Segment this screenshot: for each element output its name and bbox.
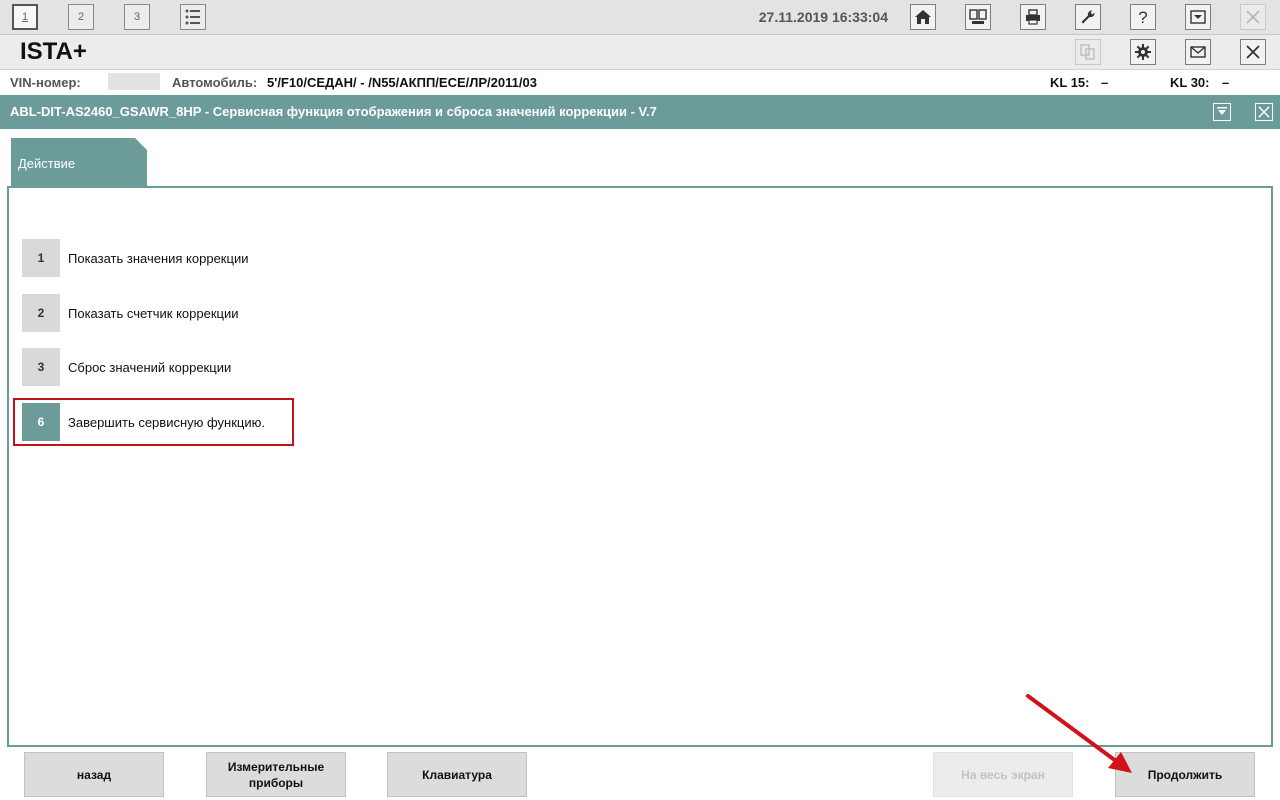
option-label: Показать значения коррекции (68, 251, 249, 266)
keyboard-button[interactable]: Клавиатура (387, 752, 527, 797)
close-icon (1258, 106, 1270, 118)
workspace-3-button[interactable]: 3 (124, 4, 150, 30)
kl15-value: – (1101, 75, 1109, 90)
option-number: 3 (22, 348, 60, 386)
workspace-1-button[interactable]: 1 (12, 4, 38, 30)
tab-action-label: Действие (18, 156, 76, 171)
car-label: Автомобиль: (172, 75, 258, 90)
instruments-button[interactable]: Измерительные приборы (206, 752, 346, 797)
back-button[interactable]: назад (24, 752, 164, 797)
app-titlebar: ISTA+ (0, 35, 1280, 70)
service-function-header: ABL-DIT-AS2460_GSAWR_8HP - Сервисная фун… (0, 95, 1280, 129)
red-arrow-annotation (1026, 694, 1132, 773)
help-button[interactable]: ? (1130, 4, 1156, 30)
tab-action[interactable]: Действие (11, 138, 147, 187)
vehicle-info-icon (969, 9, 987, 24)
close-icon (1246, 45, 1260, 59)
copy-icon (1080, 44, 1095, 60)
function-close-button[interactable] (1255, 103, 1273, 121)
close-icon (1246, 10, 1260, 24)
option-label: Показать счетчик коррекции (68, 306, 239, 321)
wrench-icon (1081, 10, 1095, 24)
function-minimize-button[interactable] (1213, 103, 1231, 121)
kl15-label: KL 15: (1050, 75, 1090, 90)
list-icon (185, 9, 200, 25)
printer-icon (1026, 9, 1040, 25)
continue-button-label: Продолжить (1147, 767, 1223, 782)
mail-button[interactable] (1185, 39, 1211, 65)
home-icon (915, 10, 931, 24)
instruments-button-label: Измерительные приборы (227, 759, 325, 790)
service-button[interactable] (1075, 4, 1101, 30)
settings-button[interactable] (1130, 39, 1156, 65)
keyboard-button-label: Клавиатура (422, 767, 492, 782)
option-label: Сброс значений коррекции (68, 360, 232, 375)
car-value: 5'/F10/СЕДАН/ - /N55/АКПП/ЕСЕ/ЛР/2011/03 (267, 75, 537, 90)
app-title: ISTA+ (20, 38, 87, 65)
svg-text:?: ? (1138, 8, 1147, 26)
print-button[interactable] (1020, 4, 1046, 30)
app-close-button[interactable] (1240, 39, 1266, 65)
red-highlight-box (13, 398, 294, 446)
workspace-2-label: 2 (77, 11, 85, 23)
minimize-button[interactable] (1185, 4, 1211, 30)
top-close-button[interactable] (1240, 4, 1266, 30)
kl30-label: KL 30: (1170, 75, 1210, 90)
back-button-label: назад (76, 767, 112, 782)
dropdown-icon (1217, 107, 1227, 115)
minimize-icon (1190, 10, 1206, 24)
option-number: 2 (22, 294, 60, 332)
vehicle-info-button[interactable] (965, 4, 991, 30)
vehicle-info-bar: VIN-номер: Автомобиль: 5'/F10/СЕДАН/ - /… (0, 70, 1280, 94)
help-icon: ? (1138, 8, 1147, 26)
kl30-value: – (1222, 75, 1230, 90)
mail-icon (1190, 46, 1206, 58)
home-button[interactable] (910, 4, 936, 30)
action-panel: 1 Показать значения коррекции 2 Показать… (7, 186, 1273, 747)
settings-gear-icon (1135, 44, 1151, 60)
copy-button[interactable] (1075, 39, 1101, 65)
workspace-3-label: 3 (133, 11, 141, 23)
vin-label: VIN-номер: (10, 75, 81, 90)
datetime-display: 27.11.2019 16:33:04 (758, 9, 888, 25)
vin-value-masked (108, 73, 160, 90)
service-function-title: ABL-DIT-AS2460_GSAWR_8HP - Сервисная фун… (10, 104, 657, 119)
top-toolbar: 1 2 3 27.11.2019 16:33:04 ? (0, 0, 1280, 35)
option-number: 1 (22, 239, 60, 277)
workspace-2-button[interactable]: 2 (68, 4, 94, 30)
list-button[interactable] (180, 4, 206, 30)
workspace-1-label: 1 (21, 11, 29, 23)
